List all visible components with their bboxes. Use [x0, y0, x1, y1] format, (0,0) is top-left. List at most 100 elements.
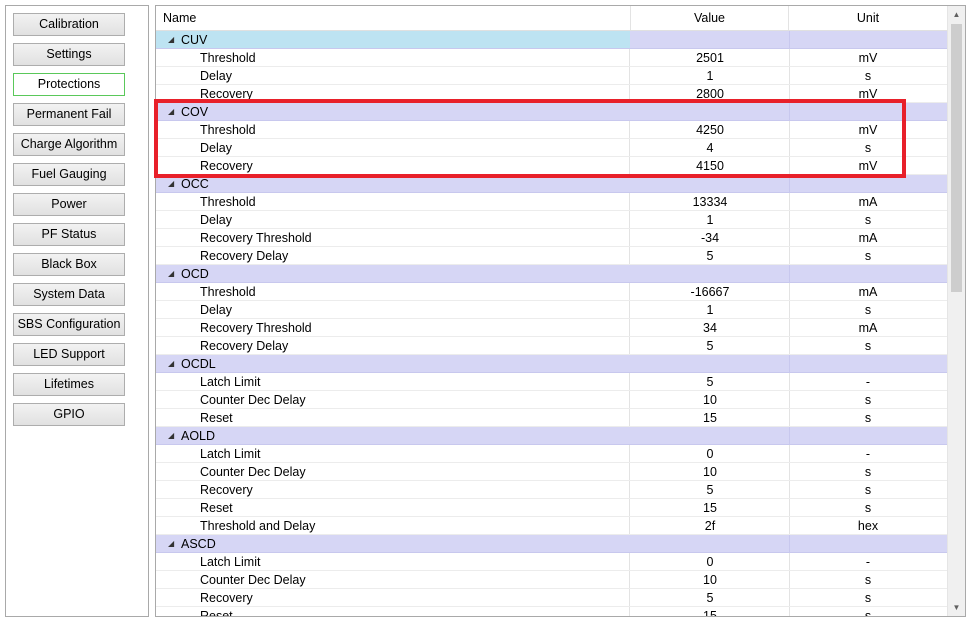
collapse-triangle-icon[interactable]: ◢ [168, 355, 174, 373]
scroll-thumb[interactable] [951, 24, 962, 292]
table-row[interactable]: Counter Dec Delay 10 s [156, 571, 947, 589]
collapse-triangle-icon[interactable]: ◢ [168, 427, 174, 445]
collapse-triangle-icon[interactable]: ◢ [168, 175, 174, 193]
cell-name: Counter Dec Delay [156, 571, 630, 588]
cell-name: Counter Dec Delay [156, 391, 630, 408]
cell-value[interactable]: 2501 [631, 49, 790, 66]
nav-button-power[interactable]: Power [13, 193, 125, 216]
scroll-up-arrow-icon[interactable]: ▲ [948, 6, 965, 23]
scroll-down-arrow-icon[interactable]: ▼ [948, 599, 965, 616]
cell-value[interactable]: -16667 [631, 283, 790, 300]
table-row[interactable]: Recovery Delay 5 s [156, 337, 947, 355]
nav-button-lifetimes[interactable]: Lifetimes [13, 373, 125, 396]
cell-unit: mV [858, 123, 878, 137]
collapse-triangle-icon[interactable]: ◢ [168, 31, 174, 49]
cell-value[interactable]: 5 [631, 337, 790, 354]
group-row-occ[interactable]: OCC ◢ [156, 175, 947, 193]
group-unit-cell [789, 427, 947, 444]
group-row-aold[interactable]: AOLD ◢ [156, 427, 947, 445]
cell-value[interactable]: 1 [631, 67, 790, 84]
table-row[interactable]: Latch Limit 0 - [156, 445, 947, 463]
cell-value[interactable]: 15 [631, 607, 790, 616]
cell-name: Latch Limit [156, 373, 630, 390]
table-row[interactable]: Delay 1 s [156, 67, 947, 85]
cell-value[interactable]: 5 [631, 589, 790, 606]
cell-value[interactable]: 5 [631, 481, 790, 498]
cell-value[interactable]: 2f [631, 517, 790, 534]
cell-value[interactable]: 34 [631, 319, 790, 336]
nav-button-permanent-fail[interactable]: Permanent Fail [13, 103, 125, 126]
vertical-scrollbar[interactable]: ▲ ▼ [947, 6, 965, 616]
cell-value[interactable]: 13334 [631, 193, 790, 210]
column-header-unit[interactable]: Unit [789, 6, 947, 30]
column-header-name[interactable]: Name [156, 6, 631, 30]
table-row[interactable]: Reset 15 s [156, 409, 947, 427]
table-row[interactable]: Recovery 5 s [156, 589, 947, 607]
cell-name: Latch Limit [156, 445, 630, 462]
table-row[interactable]: Threshold -16667 mA [156, 283, 947, 301]
cell-value[interactable]: 10 [631, 391, 790, 408]
cell-unit: s [864, 465, 872, 479]
cell-value[interactable]: 4 [631, 139, 790, 156]
cell-value[interactable]: 4250 [631, 121, 790, 138]
table-row[interactable]: Counter Dec Delay 10 s [156, 391, 947, 409]
table-row[interactable]: Recovery Threshold -34 mA [156, 229, 947, 247]
group-row-ocd[interactable]: OCD ◢ [156, 265, 947, 283]
nav-button-fuel-gauging[interactable]: Fuel Gauging [13, 163, 125, 186]
cell-unit: s [864, 411, 872, 425]
table-row[interactable]: Delay 4 s [156, 139, 947, 157]
cell-value[interactable]: 15 [631, 409, 790, 426]
table-row[interactable]: Recovery 5 s [156, 481, 947, 499]
nav-button-calibration[interactable]: Calibration [13, 13, 125, 36]
cell-unit: s [864, 393, 872, 407]
cell-value[interactable]: -34 [631, 229, 790, 246]
cell-name: Delay [156, 139, 630, 156]
table-row[interactable]: Threshold 13334 mA [156, 193, 947, 211]
cell-value[interactable]: 0 [631, 445, 790, 462]
nav-button-gpio[interactable]: GPIO [13, 403, 125, 426]
cell-value[interactable]: 0 [631, 553, 790, 570]
collapse-triangle-icon[interactable]: ◢ [168, 535, 174, 553]
table-row[interactable]: Latch Limit 0 - [156, 553, 947, 571]
table-row[interactable]: Threshold 2501 mV [156, 49, 947, 67]
table-row[interactable]: Threshold and Delay 2f hex [156, 517, 947, 535]
cell-value[interactable]: 1 [631, 301, 790, 318]
table-row[interactable]: Reset 15 s [156, 607, 947, 616]
nav-button-charge-algorithm[interactable]: Charge Algorithm [13, 133, 125, 156]
table-row[interactable]: Reset 15 s [156, 499, 947, 517]
nav-button-pf-status[interactable]: PF Status [13, 223, 125, 246]
cell-name: Recovery [156, 481, 630, 498]
cell-value[interactable]: 10 [631, 463, 790, 480]
table-row[interactable]: Recovery 2800 mV [156, 85, 947, 103]
table-row[interactable]: Recovery 4150 mV [156, 157, 947, 175]
table-row[interactable]: Counter Dec Delay 10 s [156, 463, 947, 481]
group-row-ocdl[interactable]: OCDL ◢ [156, 355, 947, 373]
collapse-triangle-icon[interactable]: ◢ [168, 265, 174, 283]
nav-button-black-box[interactable]: Black Box [13, 253, 125, 276]
table-row[interactable]: Latch Limit 5 - [156, 373, 947, 391]
cell-value[interactable]: 5 [631, 373, 790, 390]
cell-value[interactable]: 5 [631, 247, 790, 264]
cell-value[interactable]: 1 [631, 211, 790, 228]
table-row[interactable]: Threshold 4250 mV [156, 121, 947, 139]
nav-button-system-data[interactable]: System Data [13, 283, 125, 306]
nav-button-sbs-configuration[interactable]: SBS Configuration [13, 313, 125, 336]
cell-value[interactable]: 4150 [631, 157, 790, 174]
table-row[interactable]: Recovery Delay 5 s [156, 247, 947, 265]
group-row-cov[interactable]: COV ◢ [156, 103, 947, 121]
cell-value[interactable]: 10 [631, 571, 790, 588]
column-header-value[interactable]: Value [631, 6, 789, 30]
nav-button-settings[interactable]: Settings [13, 43, 125, 66]
group-row-cuv[interactable]: CUV ◢ [156, 31, 947, 49]
cell-unit: - [865, 375, 871, 389]
group-row-ascd[interactable]: ASCD ◢ [156, 535, 947, 553]
cell-value[interactable]: 15 [631, 499, 790, 516]
cell-value[interactable]: 2800 [631, 85, 790, 102]
nav-button-protections[interactable]: Protections [13, 73, 125, 96]
collapse-triangle-icon[interactable]: ◢ [168, 103, 174, 121]
table-row[interactable]: Delay 1 s [156, 301, 947, 319]
group-unit-cell [789, 535, 947, 552]
nav-button-led-support[interactable]: LED Support [13, 343, 125, 366]
table-row[interactable]: Delay 1 s [156, 211, 947, 229]
table-row[interactable]: Recovery Threshold 34 mA [156, 319, 947, 337]
